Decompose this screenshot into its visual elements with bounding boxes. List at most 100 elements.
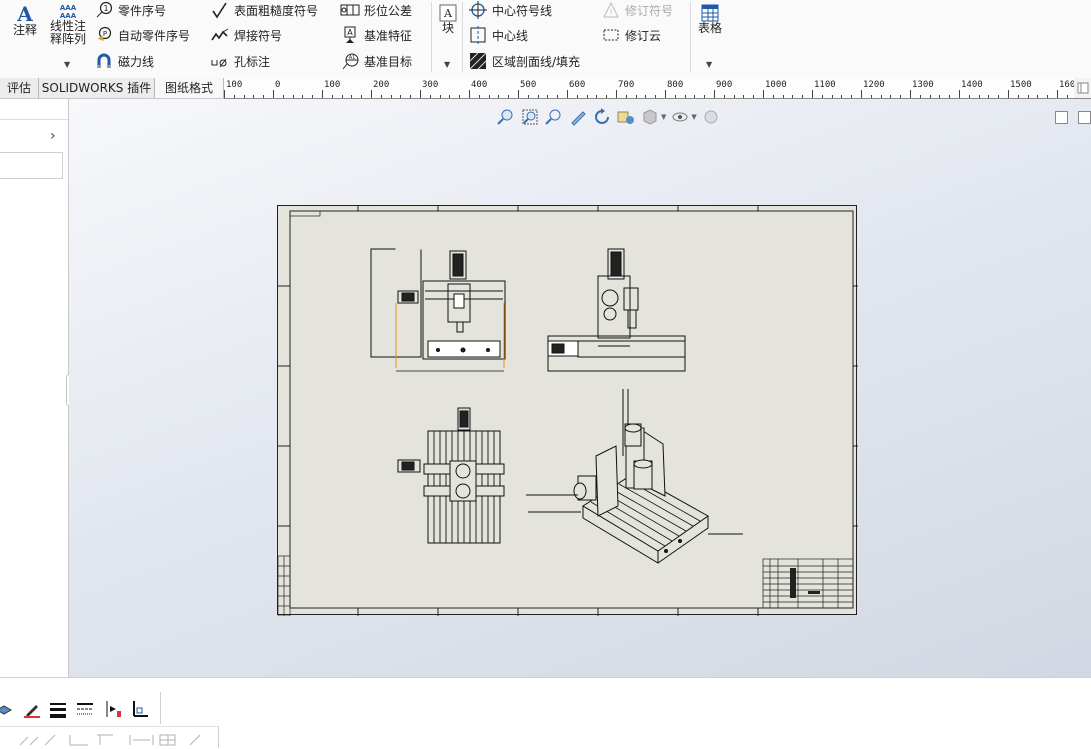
table-button[interactable]: 表格 bbox=[695, 4, 725, 35]
block-dropdown[interactable]: ▼ bbox=[444, 60, 450, 69]
canvas-corner-left-icon[interactable] bbox=[1055, 111, 1068, 124]
chevron-right-icon[interactable]: › bbox=[50, 128, 56, 144]
sheet-drawing bbox=[278, 206, 858, 616]
area-hatch-button[interactable]: 区域剖面线/填充 bbox=[468, 51, 580, 71]
zoom-to-area-icon[interactable] bbox=[520, 107, 540, 127]
hole-callout-button[interactable]: 孔标注 bbox=[210, 51, 270, 71]
ruler-tick bbox=[733, 95, 735, 98]
ribbon-separator bbox=[431, 2, 432, 72]
zoom-to-fit-icon[interactable] bbox=[496, 107, 516, 127]
filter-input[interactable] bbox=[0, 152, 63, 179]
tab-solidworks-addins[interactable]: SOLIDWORKS 插件 bbox=[39, 78, 155, 98]
line-style-icon[interactable] bbox=[75, 699, 95, 719]
annotation-label: 注释 bbox=[12, 23, 37, 37]
ruler-tick bbox=[890, 95, 892, 98]
hide-show-dropdown[interactable]: ▼ bbox=[691, 113, 696, 121]
ruler-tick bbox=[939, 95, 941, 98]
ruler-label: 500 bbox=[520, 80, 537, 90]
linear-note-pattern-button[interactable]: AAA AAA 线性注 释阵列 bbox=[46, 4, 90, 46]
center-mark-button[interactable]: 中心符号线 bbox=[468, 0, 552, 20]
view-settings-icon[interactable] bbox=[616, 107, 636, 127]
ribbon-separator bbox=[462, 2, 463, 72]
tab-evaluate[interactable]: 评估 bbox=[0, 78, 39, 98]
panel-divider bbox=[0, 119, 68, 120]
ruler-tick bbox=[596, 95, 598, 98]
ruler-tick bbox=[292, 95, 294, 98]
linear-pattern-dropdown[interactable]: ▼ bbox=[64, 60, 70, 69]
center-mark-icon bbox=[468, 1, 488, 19]
rotate-icon[interactable] bbox=[592, 107, 612, 127]
edge-display-icon[interactable] bbox=[130, 699, 150, 719]
magnetic-line-label: 磁力线 bbox=[118, 54, 155, 69]
ruler-tick bbox=[763, 90, 764, 98]
ruler-tick bbox=[331, 95, 333, 98]
balloon-label: 零件序号 bbox=[118, 3, 167, 18]
balloon-icon: 1 bbox=[94, 1, 114, 19]
svg-text:A1: A1 bbox=[349, 55, 356, 61]
gtol-button[interactable]: 形位公差 bbox=[340, 0, 412, 20]
ruler-label: 1200 bbox=[863, 80, 885, 90]
revision-symbol-button[interactable]: ! 修订符号 bbox=[601, 0, 673, 20]
ruler-tick bbox=[576, 95, 578, 98]
drawing-sheet[interactable] bbox=[277, 205, 858, 616]
ruler-tick bbox=[1047, 95, 1049, 98]
ruler-tick bbox=[851, 95, 853, 98]
ruler-tick bbox=[743, 95, 745, 98]
tab-sheet-format[interactable]: 图纸格式 bbox=[155, 78, 224, 98]
ruler-tick bbox=[459, 95, 461, 98]
weld-symbol-button[interactable]: 焊接符号 bbox=[210, 25, 282, 45]
ruler-label: 100 bbox=[324, 80, 341, 90]
previous-view-icon[interactable] bbox=[544, 107, 564, 127]
hide-show-icon[interactable] bbox=[670, 107, 690, 127]
ruler-tick bbox=[684, 95, 686, 98]
datum-feature-button[interactable]: A 基准特征 bbox=[340, 25, 412, 45]
centerline-button[interactable]: 中心线 bbox=[468, 25, 528, 45]
ruler-tick bbox=[812, 90, 813, 98]
ruler-tick bbox=[861, 90, 862, 98]
bottom-toolbar bbox=[0, 677, 1091, 748]
line-color-icon[interactable] bbox=[22, 699, 42, 719]
horizontal-ruler[interactable]: 100 0 100 200 300 400 500 600 700 800 900 1000 1100 1… bbox=[224, 78, 1074, 99]
ruler-tick bbox=[792, 95, 794, 98]
ruler-tick bbox=[841, 95, 843, 98]
ruler-label: 900 bbox=[716, 80, 733, 90]
hide-show-edges-icon[interactable] bbox=[103, 699, 123, 719]
surface-finish-button[interactable]: 表面粗糙度符号 bbox=[210, 0, 318, 20]
annotation-button[interactable]: A 注释 bbox=[8, 4, 42, 37]
canvas-corner-right-icon[interactable] bbox=[1078, 111, 1091, 124]
display-style-dropdown[interactable]: ▼ bbox=[661, 113, 666, 121]
display-style-icon[interactable] bbox=[640, 107, 660, 127]
linear-pattern-icon: AAA AAA bbox=[59, 4, 77, 20]
ruler-tick bbox=[674, 95, 676, 98]
revision-symbol-label: 修订符号 bbox=[625, 3, 674, 18]
table-dropdown[interactable]: ▼ bbox=[706, 60, 712, 69]
magnetic-line-button[interactable]: 磁力线 bbox=[94, 51, 154, 71]
ruler-tick bbox=[302, 95, 304, 98]
appearance-icon[interactable] bbox=[701, 107, 721, 127]
ruler-tick bbox=[449, 95, 451, 98]
block-button[interactable]: A 块 bbox=[437, 4, 459, 35]
area-hatch-label: 区域剖面线/填充 bbox=[492, 54, 581, 69]
ruler-tick bbox=[1037, 95, 1039, 98]
ruler-tick bbox=[478, 95, 480, 98]
auto-balloon-button[interactable]: P 自动零件序号 bbox=[94, 25, 190, 45]
revision-cloud-button[interactable]: 修订云 bbox=[601, 25, 661, 45]
ruler-tick bbox=[635, 95, 637, 98]
ruler-tick bbox=[753, 95, 755, 98]
ruler-label: 1100 bbox=[814, 80, 836, 90]
ruler-tick bbox=[831, 95, 833, 98]
datum-target-button[interactable]: A1 基准目标 bbox=[340, 51, 412, 71]
layer-icon[interactable] bbox=[0, 699, 14, 719]
revision-cloud-label: 修订云 bbox=[625, 28, 662, 43]
ruler-corner bbox=[1074, 78, 1091, 99]
rebuild-pencil-icon[interactable] bbox=[568, 107, 588, 127]
line-thickness-icon[interactable] bbox=[48, 699, 68, 719]
side-view bbox=[547, 248, 686, 372]
ruler-label: 1600 bbox=[1059, 80, 1074, 90]
ruler-tick bbox=[772, 95, 774, 98]
ruler-label: 1400 bbox=[961, 80, 983, 90]
hole-callout-icon bbox=[210, 52, 230, 70]
balloon-button[interactable]: 1 零件序号 bbox=[94, 0, 166, 20]
ruler-tick bbox=[782, 95, 784, 98]
command-manager-tabs: 评估 SOLIDWORKS 插件 图纸格式 bbox=[0, 78, 224, 99]
